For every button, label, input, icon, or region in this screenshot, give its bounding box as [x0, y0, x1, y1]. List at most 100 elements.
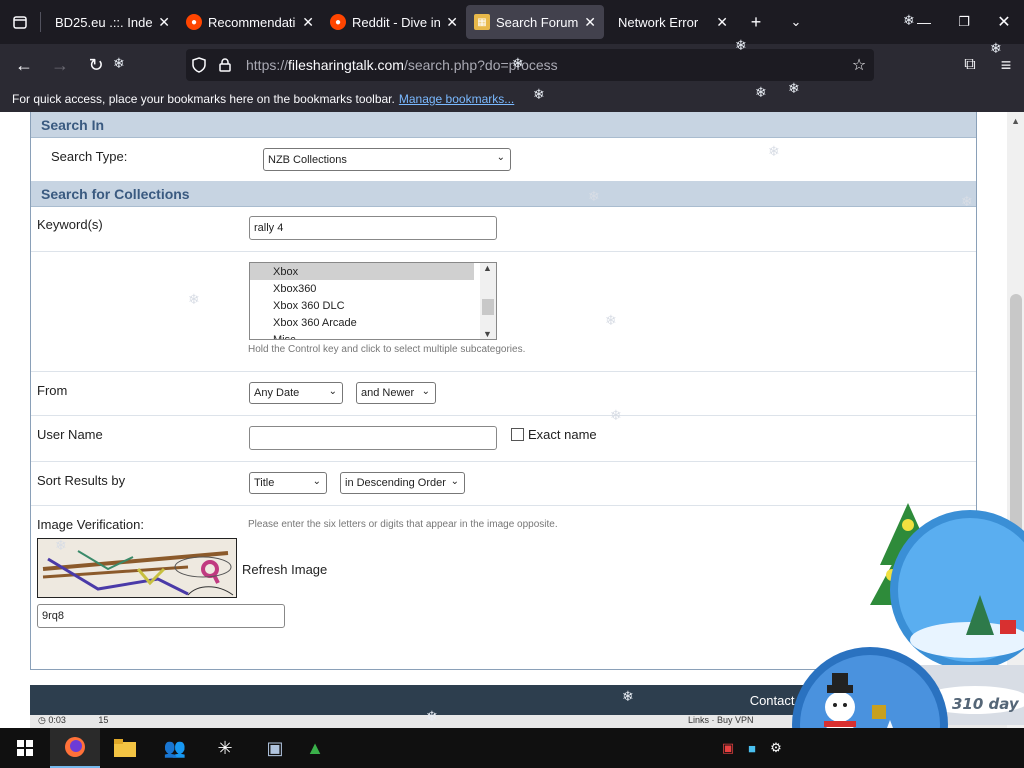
chevron-down-icon: ⌄ — [421, 386, 430, 397]
tab-strip: BD25.eu .::. Index ✕ ● Recommendatio ✕ ●… — [0, 0, 1024, 44]
subcategory-listbox[interactable]: Xbox Xbox360 Xbox 360 DLC Xbox 360 Arcad… — [249, 262, 497, 340]
close-window-button[interactable]: ✕ — [984, 0, 1024, 44]
listbox-scroll-thumb[interactable] — [482, 299, 494, 315]
taskbar-app-tree[interactable]: ▲ — [300, 728, 330, 768]
listbox-option[interactable]: Xbox360 — [250, 280, 496, 297]
scroll-up-icon[interactable]: ▲ — [483, 263, 492, 273]
shield-icon[interactable] — [186, 57, 212, 73]
keywords-input[interactable]: rally 4 — [249, 216, 497, 240]
windows-logo-icon — [17, 740, 33, 756]
taskbar-app-star[interactable]: ✳ — [200, 728, 250, 768]
sparkle-icon: ✳ — [217, 737, 233, 758]
bookmark-star-icon[interactable]: ☆ — [844, 55, 874, 75]
section-header-collections: Search for Collections — [31, 181, 976, 207]
tray-gear-icon[interactable]: ⚙ — [764, 740, 788, 756]
sort-field-select[interactable]: Title ⌄ — [249, 472, 327, 494]
globe-counter: 310 day — [952, 695, 1020, 713]
manage-bookmarks-link[interactable]: Manage bookmarks... — [399, 92, 514, 106]
nav-bar: ← → ↻ https://filesharingtalk.com/search… — [0, 44, 1024, 86]
close-icon[interactable]: ✕ — [302, 14, 314, 31]
sort-label: Sort Results by — [37, 473, 126, 488]
tab-label: Search Forums - — [496, 14, 579, 30]
chevron-down-icon: ⌄ — [312, 476, 321, 487]
tab-manager-button[interactable] — [0, 0, 40, 44]
people-icon: 👥 — [163, 737, 187, 758]
photos-icon: ▣ — [266, 737, 284, 758]
forward-button[interactable]: → — [42, 47, 78, 83]
reddit-favicon-icon: ● — [186, 14, 202, 30]
taskbar-firefox[interactable] — [50, 728, 100, 768]
listbox-option[interactable]: Xbox 360 DLC — [250, 297, 496, 314]
from-direction-select[interactable]: and Newer ⌄ — [356, 382, 436, 404]
search-type-select[interactable]: NZB Collections ⌄ — [263, 148, 511, 171]
keywords-label: Keyword(s) — [37, 217, 103, 232]
tab-label: BD25.eu .::. Index — [55, 14, 153, 30]
sort-field-value: Title — [254, 477, 275, 489]
tab-network-error[interactable]: Network Error ✕ — [604, 5, 736, 39]
exact-name-checkbox[interactable] — [511, 428, 524, 441]
folder-icon — [114, 739, 136, 757]
search-type-label: Search Type: — [51, 149, 128, 164]
row-divider — [31, 415, 976, 416]
extensions-button[interactable]: ⧉ — [952, 47, 988, 83]
tab-bd25[interactable]: BD25.eu .::. Index ✕ — [41, 5, 178, 39]
from-date-select[interactable]: Any Date ⌄ — [249, 382, 343, 404]
minimize-button[interactable]: — — [904, 0, 944, 44]
fst-favicon-icon: ▦ — [474, 14, 490, 30]
tab-search-forums[interactable]: ▦ Search Forums - ✕ — [466, 5, 604, 39]
taskbar-app-people[interactable]: 👥 — [150, 728, 200, 768]
keywords-value: rally 4 — [254, 222, 284, 234]
tab-reddit[interactable]: ● Reddit - Dive int ✕ — [322, 5, 466, 39]
taskbar-app-photos[interactable]: ▣ — [250, 728, 300, 768]
listbox-option[interactable]: Xbox — [250, 263, 474, 280]
tab-label: Reddit - Dive int — [352, 14, 441, 30]
from-label: From — [37, 383, 68, 398]
listbox-option[interactable]: Xbox 360 Arcade — [250, 314, 496, 331]
footer-time: 0:03 — [48, 715, 66, 725]
clock-icon: ◷ — [38, 715, 46, 725]
tab-label: Recommendatio — [208, 14, 297, 30]
close-icon[interactable]: ✕ — [446, 14, 458, 31]
chevron-down-icon: ⌄ — [450, 476, 459, 487]
subcategory-hint: Hold the Control key and click to select… — [248, 344, 526, 355]
reload-button[interactable]: ↻ — [78, 47, 114, 83]
minimize-icon: — — [917, 14, 931, 30]
url-text[interactable]: https://filesharingtalk.com/search.php?d… — [246, 57, 844, 73]
chevron-down-icon: ⌄ — [496, 152, 505, 163]
new-tab-button[interactable]: + — [736, 0, 776, 44]
tray-square-icon[interactable]: ■ — [740, 741, 764, 756]
restore-button[interactable]: ❐ — [944, 0, 984, 44]
menu-button[interactable]: ≡ — [988, 47, 1024, 83]
christmas-tree-icon: ▲ — [306, 737, 324, 758]
listbox-option[interactable]: Misc — [250, 331, 496, 340]
plus-icon: + — [750, 11, 762, 32]
url-bar[interactable]: https://filesharingtalk.com/search.php?d… — [186, 49, 874, 81]
footer-links[interactable]: Links · Buy VPN — [688, 715, 754, 725]
close-icon[interactable]: ✕ — [584, 14, 596, 31]
list-tabs-button[interactable]: ⌄ — [776, 0, 816, 44]
search-type-value: NZB Collections — [268, 153, 347, 166]
taskbar-file-explorer[interactable] — [100, 728, 150, 768]
back-arrow-icon: ← — [15, 54, 33, 75]
close-icon[interactable]: ✕ — [158, 14, 170, 31]
tab-recommendations[interactable]: ● Recommendatio ✕ — [178, 5, 322, 39]
scroll-up-icon[interactable]: ▲ — [1011, 116, 1020, 126]
captcha-image — [37, 538, 237, 598]
back-button[interactable]: ← — [6, 47, 42, 83]
refresh-image-link[interactable]: Refresh Image — [242, 562, 327, 577]
url-scheme: https:// — [246, 57, 289, 73]
close-icon[interactable]: ✕ — [716, 14, 728, 31]
captcha-input[interactable]: 9rq8 — [37, 604, 285, 628]
row-divider — [31, 371, 976, 372]
scroll-down-icon[interactable]: ▼ — [483, 329, 492, 339]
lock-icon[interactable] — [212, 58, 238, 72]
bookmarks-hint: For quick access, place your bookmarks h… — [12, 92, 395, 106]
listbox-scrollbar[interactable]: ▲ ▼ — [480, 263, 496, 339]
system-tray: ▣ ■ ⚙ — [716, 728, 788, 768]
chevron-down-icon: ⌄ — [328, 386, 337, 397]
start-button[interactable] — [0, 728, 50, 768]
username-input[interactable] — [249, 426, 497, 450]
sort-order-select[interactable]: in Descending Order ⌄ — [340, 472, 465, 494]
row-divider — [31, 461, 976, 462]
tray-app-icon[interactable]: ▣ — [716, 740, 740, 756]
